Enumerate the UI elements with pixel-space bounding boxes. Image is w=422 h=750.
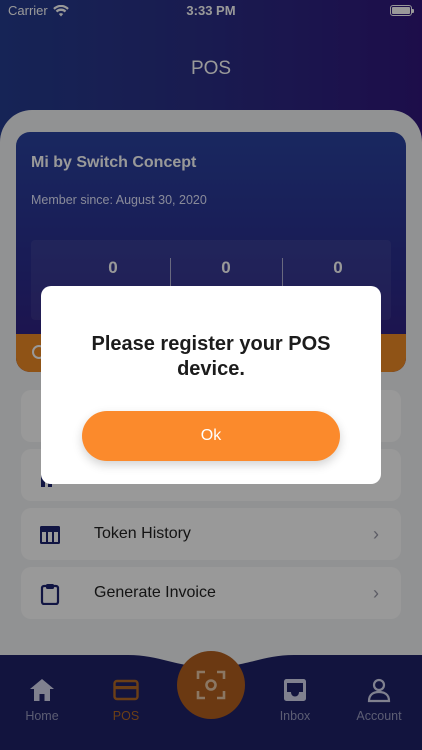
dialog-message: Please register your POS device. — [91, 333, 331, 380]
register-device-dialog: Please register your POS device. Ok — [41, 286, 381, 484]
ok-button[interactable]: Ok — [82, 411, 340, 461]
screen: Carrier 3:33 PM POS Mi by Switch Concept… — [0, 0, 422, 750]
